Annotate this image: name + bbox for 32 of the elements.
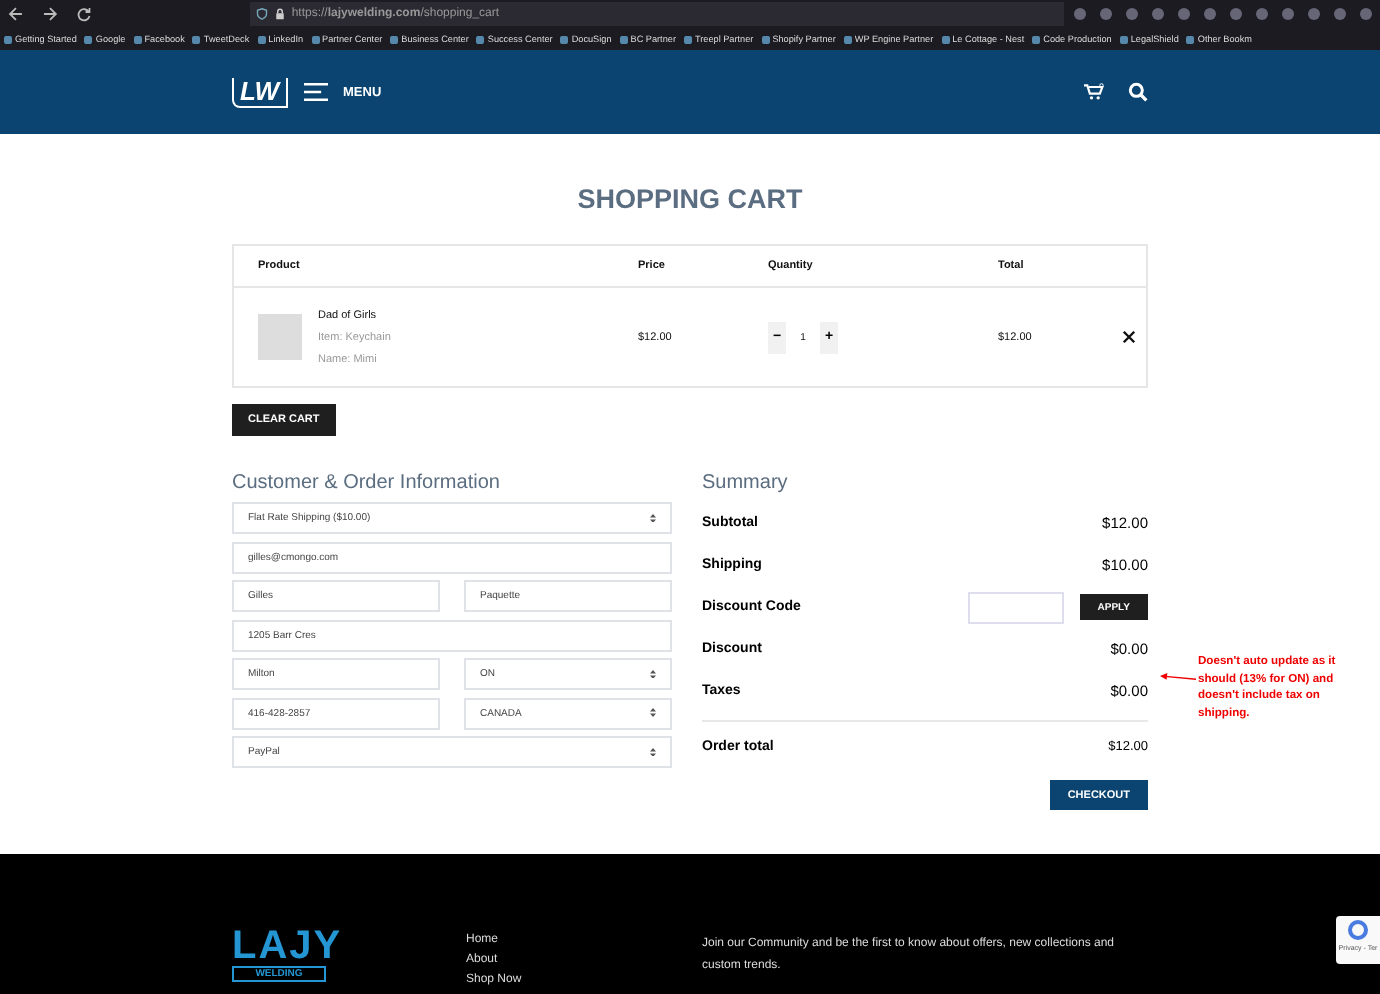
chevron-icon bbox=[650, 747, 656, 757]
chevron-icon bbox=[650, 708, 656, 718]
extension-icon[interactable] bbox=[1230, 8, 1242, 20]
chevron-icon bbox=[650, 513, 656, 523]
annotation-arrow bbox=[1160, 672, 1196, 684]
remove-icon[interactable] bbox=[1122, 330, 1136, 344]
extension-icon[interactable] bbox=[1152, 8, 1164, 20]
extension-icon[interactable] bbox=[1256, 8, 1268, 20]
section-heading: Summary bbox=[702, 472, 790, 494]
extension-icon[interactable] bbox=[1100, 8, 1112, 20]
extension-icon[interactable] bbox=[1126, 8, 1138, 20]
lock-icon bbox=[273, 8, 286, 20]
extension-icon[interactable] bbox=[1334, 8, 1346, 20]
back-icon[interactable] bbox=[8, 6, 24, 22]
extension-icon[interactable] bbox=[1360, 8, 1372, 20]
discount-code-field[interactable] bbox=[967, 591, 1064, 623]
site-logo[interactable]: LW bbox=[232, 77, 287, 107]
search-icon[interactable] bbox=[1128, 82, 1148, 102]
extension-icon[interactable] bbox=[1282, 8, 1294, 20]
product-photo-placeholder bbox=[258, 314, 302, 360]
chevron-icon bbox=[650, 669, 656, 679]
forward-icon[interactable] bbox=[41, 6, 58, 22]
extension-icon[interactable] bbox=[1074, 8, 1086, 20]
cart-icon[interactable] bbox=[1084, 82, 1104, 102]
shield-icon bbox=[255, 8, 268, 20]
page-title: SHOPPING CART bbox=[575, 184, 805, 214]
section-heading: Customer & Order Information bbox=[232, 472, 502, 494]
extension-icon[interactable] bbox=[1204, 8, 1216, 20]
extension-icon[interactable] bbox=[1178, 8, 1190, 20]
reload-icon[interactable] bbox=[75, 6, 92, 22]
menu-icon[interactable] bbox=[303, 82, 327, 102]
extension-icon[interactable] bbox=[1308, 8, 1320, 20]
